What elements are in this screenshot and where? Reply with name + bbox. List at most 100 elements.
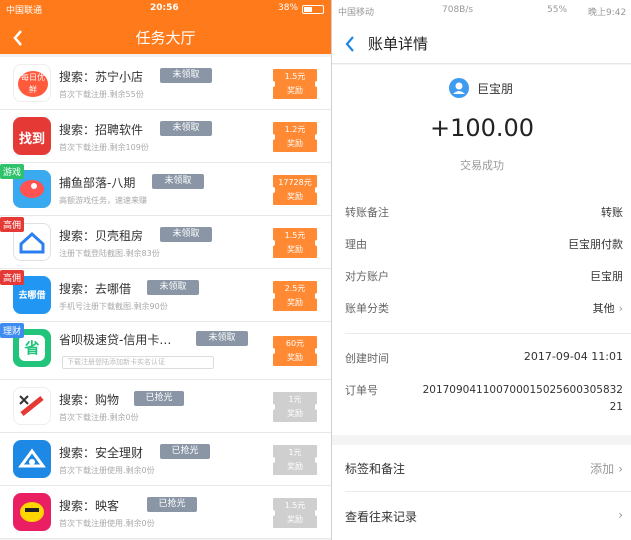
status-badge: 已抢光 [147, 497, 197, 512]
tag-badge: 游戏 [0, 164, 25, 179]
zhaopin-icon: 找到 [13, 117, 51, 155]
reward-amount: 17728元 [278, 178, 312, 187]
task-desc: 注册下载登陆截图.剩余83份 [59, 249, 160, 258]
tag-badge: 高佣 [0, 217, 25, 232]
task-desc: 首次下载注册.剩余109份 [59, 143, 149, 152]
task-item[interactable]: 每日优鲜 搜索：苏宁小店 未领取 首次下载注册.剩余55份 1.5元 奖励 [0, 57, 331, 110]
task-item[interactable]: 高佣 搜索：贝壳租房 未领取 注册下载登陆截图.剩余83份 1.5元 奖励 [0, 216, 331, 269]
status-badge: 未领取 [160, 227, 212, 242]
reward-button[interactable]: 1.5元 奖励 [271, 228, 319, 258]
task-name: 搜索：招聘软件 [59, 123, 144, 137]
task-desc: 首次下载注册使用.剩余0份 [59, 466, 155, 475]
reward-label: 奖励 [287, 139, 303, 148]
task-name: 省呗极速贷-信用卡… [59, 333, 172, 347]
reward-amount: 2.5元 [284, 284, 306, 293]
task-name: 搜索：去哪借 [59, 282, 132, 296]
order-number-row: 订单号 201709041100700015025600305832 21 [345, 382, 623, 422]
task-item[interactable]: 理财 省 省呗极速贷-信用卡… 未领取 下载注册登陆添加新卡实名认证 60元 奖励 [0, 322, 331, 380]
reward-amount: 1.2元 [284, 125, 306, 134]
nav-header: 账单详情 [332, 22, 631, 64]
order-number-line2: 21 [609, 401, 623, 413]
row-label: 账单分类 [345, 302, 389, 315]
task-item[interactable]: 找到 搜索：招聘软件 未领取 首次下载注册.剩余109份 1.2元奖励 [0, 110, 331, 163]
time-label: 晚上9:42 [588, 8, 627, 18]
user-avatar-icon [449, 78, 469, 98]
reward-button[interactable]: 1.2元奖励 [271, 122, 319, 152]
task-name: 搜索：映客 [59, 499, 120, 513]
battery-icon [302, 5, 324, 14]
status-badge: 未领取 [196, 331, 248, 346]
battery-label: 55% [547, 5, 568, 15]
task-desc: 高额游戏任务，速速来赚 [59, 196, 147, 205]
reward-label: 奖励 [287, 298, 303, 307]
task-name: 搜索：苏宁小店 [59, 70, 144, 84]
reward-label: 奖励 [287, 245, 303, 254]
yingke-icon [13, 493, 51, 531]
divider [345, 491, 631, 492]
chevron-right-icon: › [618, 462, 623, 476]
gouwu-icon [13, 387, 51, 425]
add-link[interactable]: 添加 [590, 462, 614, 476]
row-value: 2017-09-04 11:01 [523, 350, 623, 363]
suning-icon: 每日优鲜 [13, 64, 51, 102]
order-number-line1: 201709041100700015025600305832 [422, 384, 623, 396]
carrier-label: 中国联通 [6, 6, 43, 16]
task-name: 搜索：贝壳租房 [59, 229, 144, 243]
tag-badge: 高佣 [0, 270, 25, 285]
task-tip: 下载注册登陆添加新卡实名认证 [62, 356, 214, 369]
tags-remark-row[interactable]: 标签和备注 添加 › [345, 460, 623, 480]
time-label: 20:56 [150, 3, 179, 13]
row-value: 转账 [601, 206, 623, 219]
reward-amount: 1元 [288, 448, 302, 457]
reward-button[interactable]: 17728元 奖励 [271, 175, 319, 205]
reward-button[interactable]: 1.5元 奖励 [271, 498, 319, 528]
task-name: 搜索：购物 [59, 393, 120, 407]
row-label: 转账备注 [345, 206, 389, 219]
payer-name: 巨宝朋 [477, 82, 514, 96]
row-label: 对方账户 [345, 270, 389, 283]
reward-amount: 1.5元 [284, 72, 306, 81]
reward-button[interactable]: 2.5元奖励 [271, 281, 319, 311]
carrier-label: 中国移动 [338, 8, 375, 18]
reward-label: 奖励 [287, 515, 303, 524]
reward-amount: 60元 [285, 339, 305, 348]
bottom-actions: 标签和备注 添加 › 查看往来记录 › [332, 445, 631, 540]
reward-label: 奖励 [287, 409, 303, 418]
task-name: 搜索：安全理财 [59, 446, 144, 460]
reward-button[interactable]: 1.5元 奖励 [271, 69, 319, 99]
category-row[interactable]: 账单分类 其他 › [345, 300, 623, 320]
tag-badge: 理财 [0, 323, 25, 338]
row-value: 巨宝朋付款 [568, 238, 623, 251]
reward-button[interactable]: 60元 奖励 [271, 336, 319, 366]
reward-button[interactable]: 1元奖励 [271, 445, 319, 475]
counterparty-row: 对方账户 巨宝朋 [345, 268, 623, 288]
status-bar: 中国移动 708B/s 55% 晚上9:42 [332, 0, 631, 22]
chevron-left-icon[interactable] [344, 30, 356, 54]
status-badge: 未领取 [152, 174, 204, 189]
chevron-right-icon: › [618, 508, 623, 522]
row-label: 理由 [345, 238, 367, 251]
reward-button[interactable]: 1元 奖励 [271, 392, 319, 422]
remark-row: 转账备注 转账 [345, 204, 623, 224]
status-badge: 未领取 [147, 280, 199, 295]
task-item[interactable]: 搜索：购物 已抢光 首次下载注册.剩余0份 1元 奖励 [0, 380, 331, 433]
row-label: 创建时间 [345, 352, 389, 365]
status-badge: 未领取 [160, 121, 212, 136]
history-row[interactable]: 查看往来记录 › [345, 508, 623, 528]
reason-row: 理由 巨宝朋付款 [345, 236, 623, 256]
row-label: 标签和备注 [345, 462, 406, 476]
task-item[interactable]: 高佣 去哪借 搜索：去哪借 未领取 手机号注册下载截图.剩余90份 2.5元 奖励 [0, 269, 331, 322]
row-label: 查看往来记录 [345, 510, 418, 524]
task-item[interactable]: 游戏 捕鱼部落-八期 未领取 高额游戏任务，速速来赚 17728元 奖励 [0, 163, 331, 216]
task-desc: 首次下载注册.剩余0份 [59, 413, 139, 422]
row-value: 其他 [592, 302, 615, 315]
task-item[interactable]: 搜索：安全理财 已抢光 首次下载注册使用.剩余0份 1元 奖励 [0, 433, 331, 486]
task-hall-screen: 中国联通 20:56 38% 任务大厅 每日优鲜 搜索：苏宁小店 未领取 首次下… [0, 0, 331, 540]
task-item[interactable]: 搜索：映客 已抢光 首次下载注册使用.剩余0份 1.5元 奖励 [0, 486, 331, 539]
reward-label: 奖励 [287, 462, 303, 471]
chevron-right-icon: › [618, 302, 623, 315]
page-title: 账单详情 [368, 35, 429, 53]
battery-label: 38% [278, 3, 299, 13]
transaction-status: 交易成功 [460, 159, 504, 172]
status-badge: 未领取 [160, 68, 212, 83]
